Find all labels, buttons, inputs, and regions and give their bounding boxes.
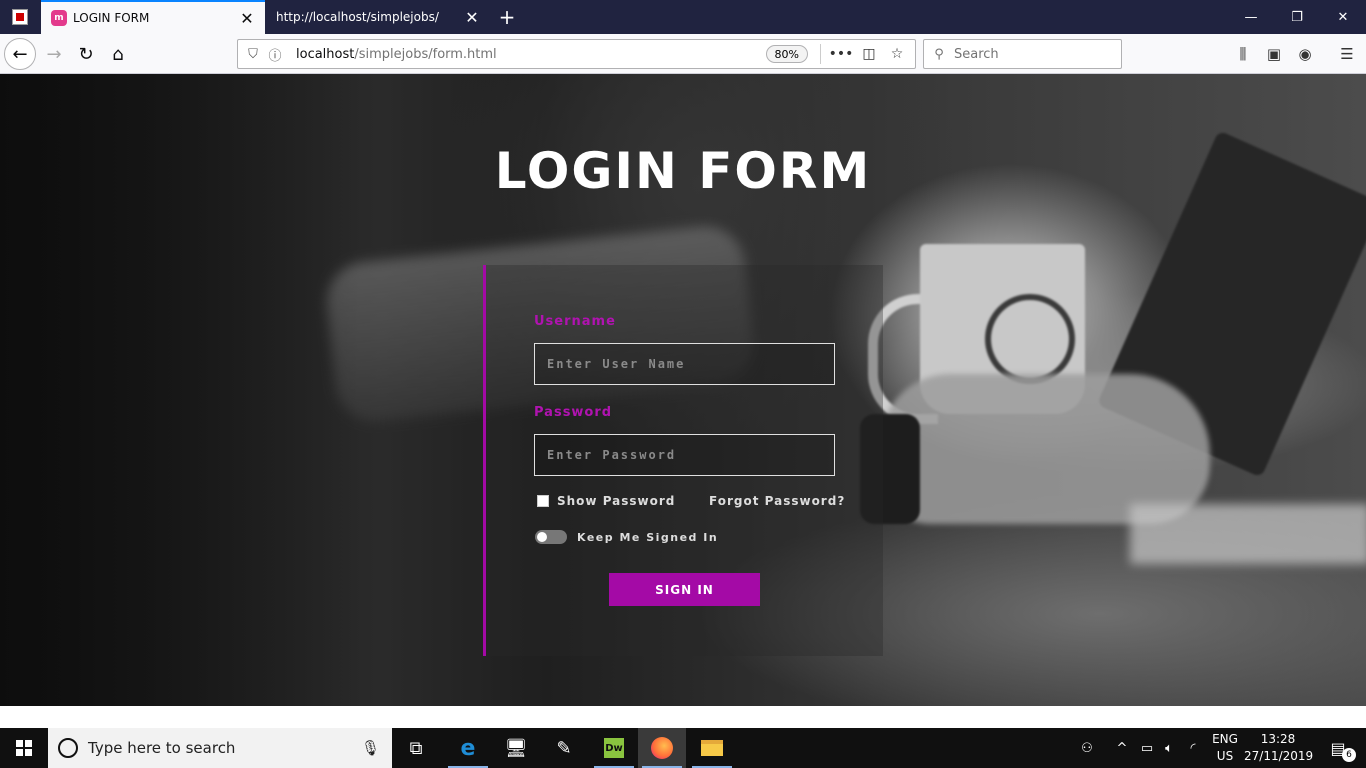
- notepad-icon[interactable]: ✎: [540, 728, 588, 768]
- account-icon[interactable]: ◉: [1290, 39, 1320, 69]
- show-password-row: Show Password: [537, 494, 675, 508]
- notification-count-badge: 6: [1342, 748, 1356, 762]
- show-hidden-icons-icon[interactable]: ^: [1110, 728, 1134, 768]
- show-password-label[interactable]: Show Password: [557, 494, 675, 508]
- page-bottom-strip: [0, 706, 1366, 728]
- action-center-icon[interactable]: ▤ 6: [1318, 728, 1358, 768]
- password-input[interactable]: [534, 434, 835, 476]
- forward-arrow-icon[interactable]: →: [38, 38, 70, 70]
- url-divider: [820, 44, 821, 64]
- hamburger-menu-icon[interactable]: ☰: [1332, 39, 1362, 69]
- clock-time: 13:28: [1260, 732, 1296, 746]
- sign-in-button[interactable]: SIGN IN: [609, 573, 760, 606]
- battery-icon[interactable]: ▭: [1136, 728, 1158, 768]
- dreamweaver-icon[interactable]: Dw: [590, 728, 638, 768]
- keep-signed-in-label: Keep Me Signed In: [577, 530, 719, 544]
- language-indicator[interactable]: ENG US: [1206, 731, 1244, 765]
- cortana-icon: [58, 738, 78, 758]
- file-explorer-icon[interactable]: [688, 728, 736, 768]
- tab-label: LOGIN FORM: [73, 11, 150, 25]
- window-app-icon[interactable]: [0, 0, 40, 34]
- language-code: ENG: [1212, 732, 1238, 746]
- url-host: localhost: [296, 46, 355, 62]
- minimize-icon[interactable]: —: [1228, 0, 1274, 34]
- url-path: /simplejobs/form.html: [354, 46, 497, 62]
- clock[interactable]: 13:28 27/11/2019: [1244, 731, 1314, 765]
- tab-close-icon[interactable]: ✕: [460, 5, 484, 29]
- keep-signed-in-row: Keep Me Signed In: [535, 530, 718, 544]
- taskbar-search-input[interactable]: Type here to search 🎙︎: [48, 728, 392, 768]
- url-bar[interactable]: ⛉ ⓘ localhost/simplejobs/form.html 80% •…: [237, 39, 916, 69]
- start-button[interactable]: [0, 728, 48, 768]
- keyboard-layout: US: [1216, 749, 1234, 763]
- background-photo-hand: [880, 374, 1210, 524]
- page-content: LOGIN FORM Username Password Show Passwo…: [0, 74, 1366, 706]
- forgot-password-link[interactable]: Forgot Password?: [709, 494, 845, 508]
- url-text[interactable]: localhost/simplejobs/form.html: [296, 47, 766, 62]
- pocket-icon[interactable]: ◫: [855, 46, 883, 62]
- site-favicon-icon: m: [51, 10, 67, 26]
- tab-simplejobs[interactable]: http://localhost/simplejobs/ ✕: [266, 0, 490, 34]
- show-password-checkbox[interactable]: [537, 495, 549, 507]
- sidebar-icon[interactable]: ▣: [1259, 39, 1289, 69]
- password-label: Password: [534, 405, 613, 420]
- edge-icon[interactable]: e: [444, 728, 492, 768]
- new-tab-icon[interactable]: +: [494, 5, 520, 29]
- username-label: Username: [534, 314, 616, 329]
- search-placeholder: Search: [954, 46, 999, 62]
- page-actions-icon[interactable]: •••: [827, 46, 855, 62]
- clock-date: 27/11/2019: [1244, 749, 1314, 763]
- network-icon[interactable]: 🖥︎: [492, 728, 540, 768]
- username-input[interactable]: [534, 343, 835, 385]
- firefox-icon[interactable]: [638, 728, 686, 768]
- site-info-icon[interactable]: ⓘ: [264, 45, 286, 64]
- volume-icon[interactable]: 🔈︎: [1158, 728, 1180, 768]
- windows-taskbar: Type here to search 🎙︎ ⧉ e 🖥︎ ✎ Dw ⚇ ^ ▭…: [0, 728, 1366, 768]
- background-photo-paper: [1130, 504, 1366, 564]
- browser-navbar: ← → ↻ ⌂ ⛉ ⓘ localhost/simplejobs/form.ht…: [0, 34, 1366, 74]
- tab-label: http://localhost/simplejobs/: [276, 10, 439, 24]
- wifi-icon[interactable]: ◜: [1182, 728, 1204, 768]
- tab-login-form[interactable]: m LOGIN FORM ✕: [41, 0, 265, 34]
- reload-icon[interactable]: ↻: [70, 38, 102, 70]
- library-icon[interactable]: ⫼: [1228, 39, 1258, 69]
- back-arrow-icon[interactable]: ←: [4, 38, 36, 70]
- page-title: LOGIN FORM: [494, 142, 872, 200]
- zoom-badge[interactable]: 80%: [765, 45, 808, 63]
- restore-icon[interactable]: ❐: [1274, 0, 1320, 34]
- bookmark-star-icon[interactable]: ☆: [883, 46, 911, 62]
- people-icon[interactable]: ⚇: [1074, 728, 1100, 768]
- dreamweaver-label: Dw: [604, 738, 624, 758]
- taskbar-search-placeholder: Type here to search: [88, 739, 236, 757]
- task-view-icon[interactable]: ⧉: [392, 728, 440, 768]
- search-icon: ⚲: [934, 46, 944, 62]
- tab-close-icon[interactable]: ✕: [235, 6, 259, 30]
- login-form: Username Password Show Password Forgot P…: [483, 265, 883, 656]
- microphone-icon[interactable]: 🎙︎: [361, 739, 380, 757]
- windows-logo-icon: [16, 740, 32, 756]
- home-icon[interactable]: ⌂: [102, 38, 134, 70]
- window-close-icon[interactable]: ✕: [1320, 0, 1366, 34]
- browser-tab-strip: m LOGIN FORM ✕ http://localhost/simplejo…: [0, 0, 1366, 34]
- keep-signed-in-toggle[interactable]: [535, 530, 567, 544]
- search-input[interactable]: ⚲ Search: [923, 39, 1122, 69]
- app-icon: [12, 9, 28, 25]
- background-photo-mug-logo: [985, 294, 1075, 384]
- tracking-shield-icon[interactable]: ⛉: [242, 47, 264, 62]
